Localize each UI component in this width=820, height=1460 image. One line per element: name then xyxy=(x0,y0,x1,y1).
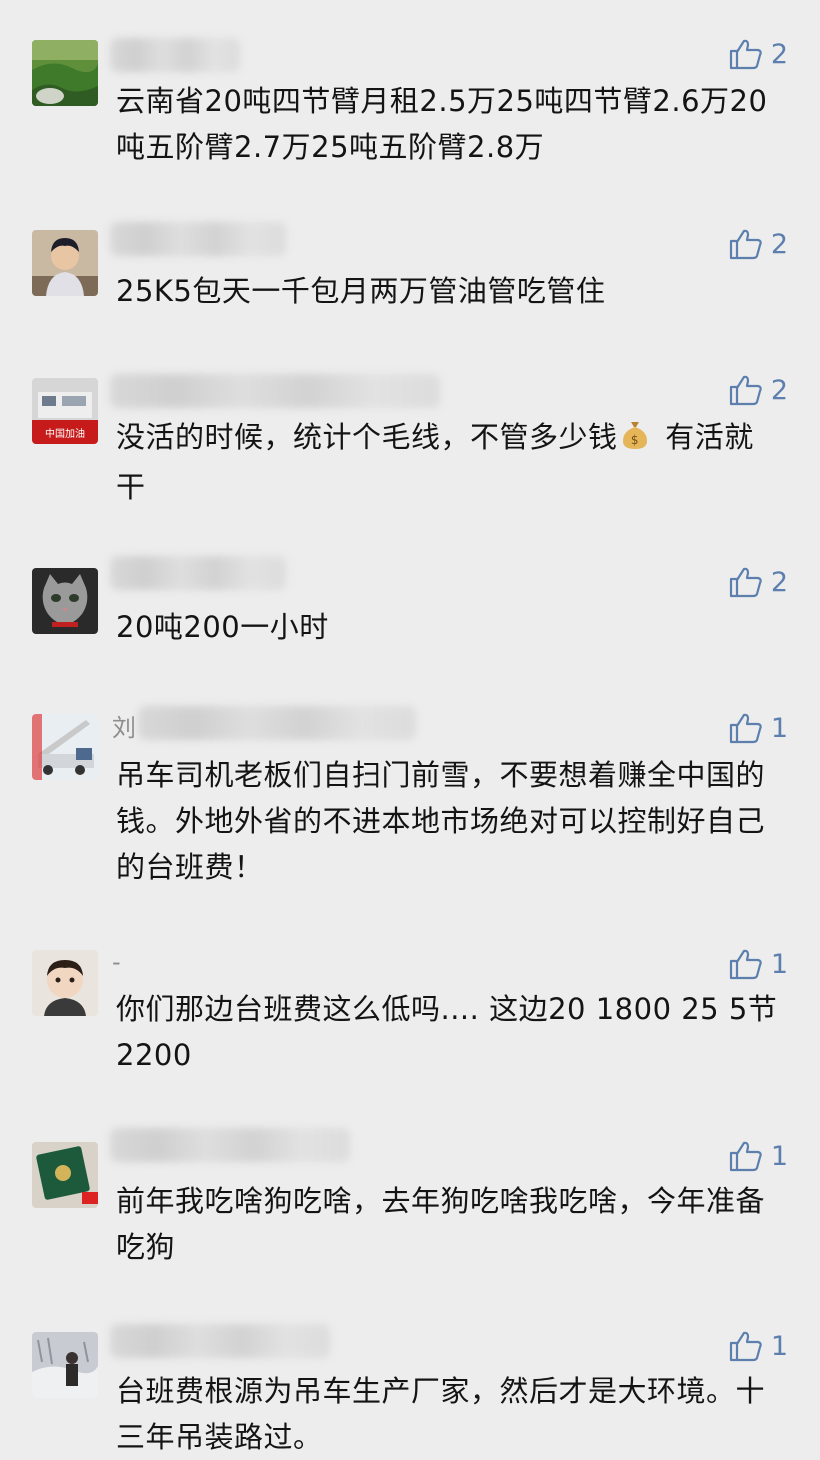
comment-text: 你们那边台班费这么低吗.... 这边20 1800 25 5节2200 xyxy=(116,992,778,1072)
like-button[interactable]: 2 xyxy=(729,374,788,406)
avatar-crane-image xyxy=(32,714,98,780)
comment-text: 25K5包天一千包月两万管油管吃管住 xyxy=(116,274,606,308)
comment-text: 前年我吃啥狗吃啥，去年狗吃啥我吃啥，今年准备吃狗 xyxy=(116,1184,766,1264)
username[interactable]: - xyxy=(112,948,121,976)
avatar-caption: 中国加油 xyxy=(45,427,85,440)
avatar-person-image xyxy=(32,230,98,296)
comment-text: 台班费根源为吊车生产厂家，然后才是大环境。十三年吊装路过。 xyxy=(116,1374,766,1454)
avatar-truck-image: 中国加油 xyxy=(32,378,98,444)
thumbs-up-icon xyxy=(729,229,762,260)
thumbs-up-icon xyxy=(729,375,762,406)
like-button[interactable]: 1 xyxy=(729,948,788,980)
avatar-landscape-image xyxy=(32,40,98,106)
avatar-cat-image xyxy=(32,568,98,634)
blurred-username[interactable] xyxy=(110,556,286,590)
comment-text: 吊车司机老板们自扫门前雪，不要想着赚全中国的钱。外地外省的不进本地市场绝对可以控… xyxy=(116,758,766,884)
avatar-book-image xyxy=(32,1142,98,1208)
comment-text-part: 没活的时候，统计个毛线，不管多少钱 xyxy=(116,420,618,454)
blurred-username[interactable] xyxy=(110,222,286,256)
avatar-child-image xyxy=(32,950,98,1016)
blurred-username[interactable] xyxy=(110,1324,330,1358)
avatar[interactable]: 中国加油 xyxy=(32,378,98,444)
like-button[interactable]: 1 xyxy=(729,712,788,744)
like-button[interactable]: 1 xyxy=(729,1330,788,1362)
username-prefix[interactable]: 刘 xyxy=(112,708,136,743)
like-count: 1 xyxy=(770,1140,788,1172)
like-count: 1 xyxy=(770,1330,788,1362)
avatar[interactable] xyxy=(32,40,98,106)
money-bag-icon: $ xyxy=(620,418,650,464)
avatar[interactable] xyxy=(32,1332,98,1398)
comment-text: 20吨200一小时 xyxy=(116,610,329,644)
like-button[interactable]: 2 xyxy=(729,566,788,598)
thumbs-up-icon xyxy=(729,567,762,598)
thumbs-up-icon xyxy=(729,713,762,744)
like-count: 2 xyxy=(770,38,788,70)
like-button[interactable]: 1 xyxy=(729,1140,788,1172)
thumbs-up-icon xyxy=(729,39,762,70)
like-button[interactable]: 2 xyxy=(729,38,788,70)
avatar[interactable] xyxy=(32,714,98,780)
avatar[interactable] xyxy=(32,568,98,634)
thumbs-up-icon xyxy=(729,1331,762,1362)
blurred-username[interactable] xyxy=(110,1128,350,1162)
avatar-snow-scene-image xyxy=(32,1332,98,1398)
comment-text: 云南省20吨四节臂月租2.5万25吨四节臂2.6万20吨五阶臂2.7万25吨五阶… xyxy=(116,84,768,164)
like-count: 2 xyxy=(770,566,788,598)
thumbs-up-icon xyxy=(729,949,762,980)
like-count: 1 xyxy=(770,948,788,980)
avatar[interactable] xyxy=(32,230,98,296)
like-count: 2 xyxy=(770,228,788,260)
avatar[interactable] xyxy=(32,1142,98,1208)
avatar[interactable] xyxy=(32,950,98,1016)
blurred-username[interactable] xyxy=(110,374,440,408)
svg-text:$: $ xyxy=(630,433,638,447)
comment-text: 没活的时候，统计个毛线，不管多少钱 $ 有活就干 xyxy=(116,414,776,510)
like-button[interactable]: 2 xyxy=(729,228,788,260)
blurred-username[interactable] xyxy=(138,706,416,740)
like-count: 2 xyxy=(770,374,788,406)
like-count: 1 xyxy=(770,712,788,744)
blurred-username[interactable] xyxy=(110,38,240,72)
thumbs-up-icon xyxy=(729,1141,762,1172)
